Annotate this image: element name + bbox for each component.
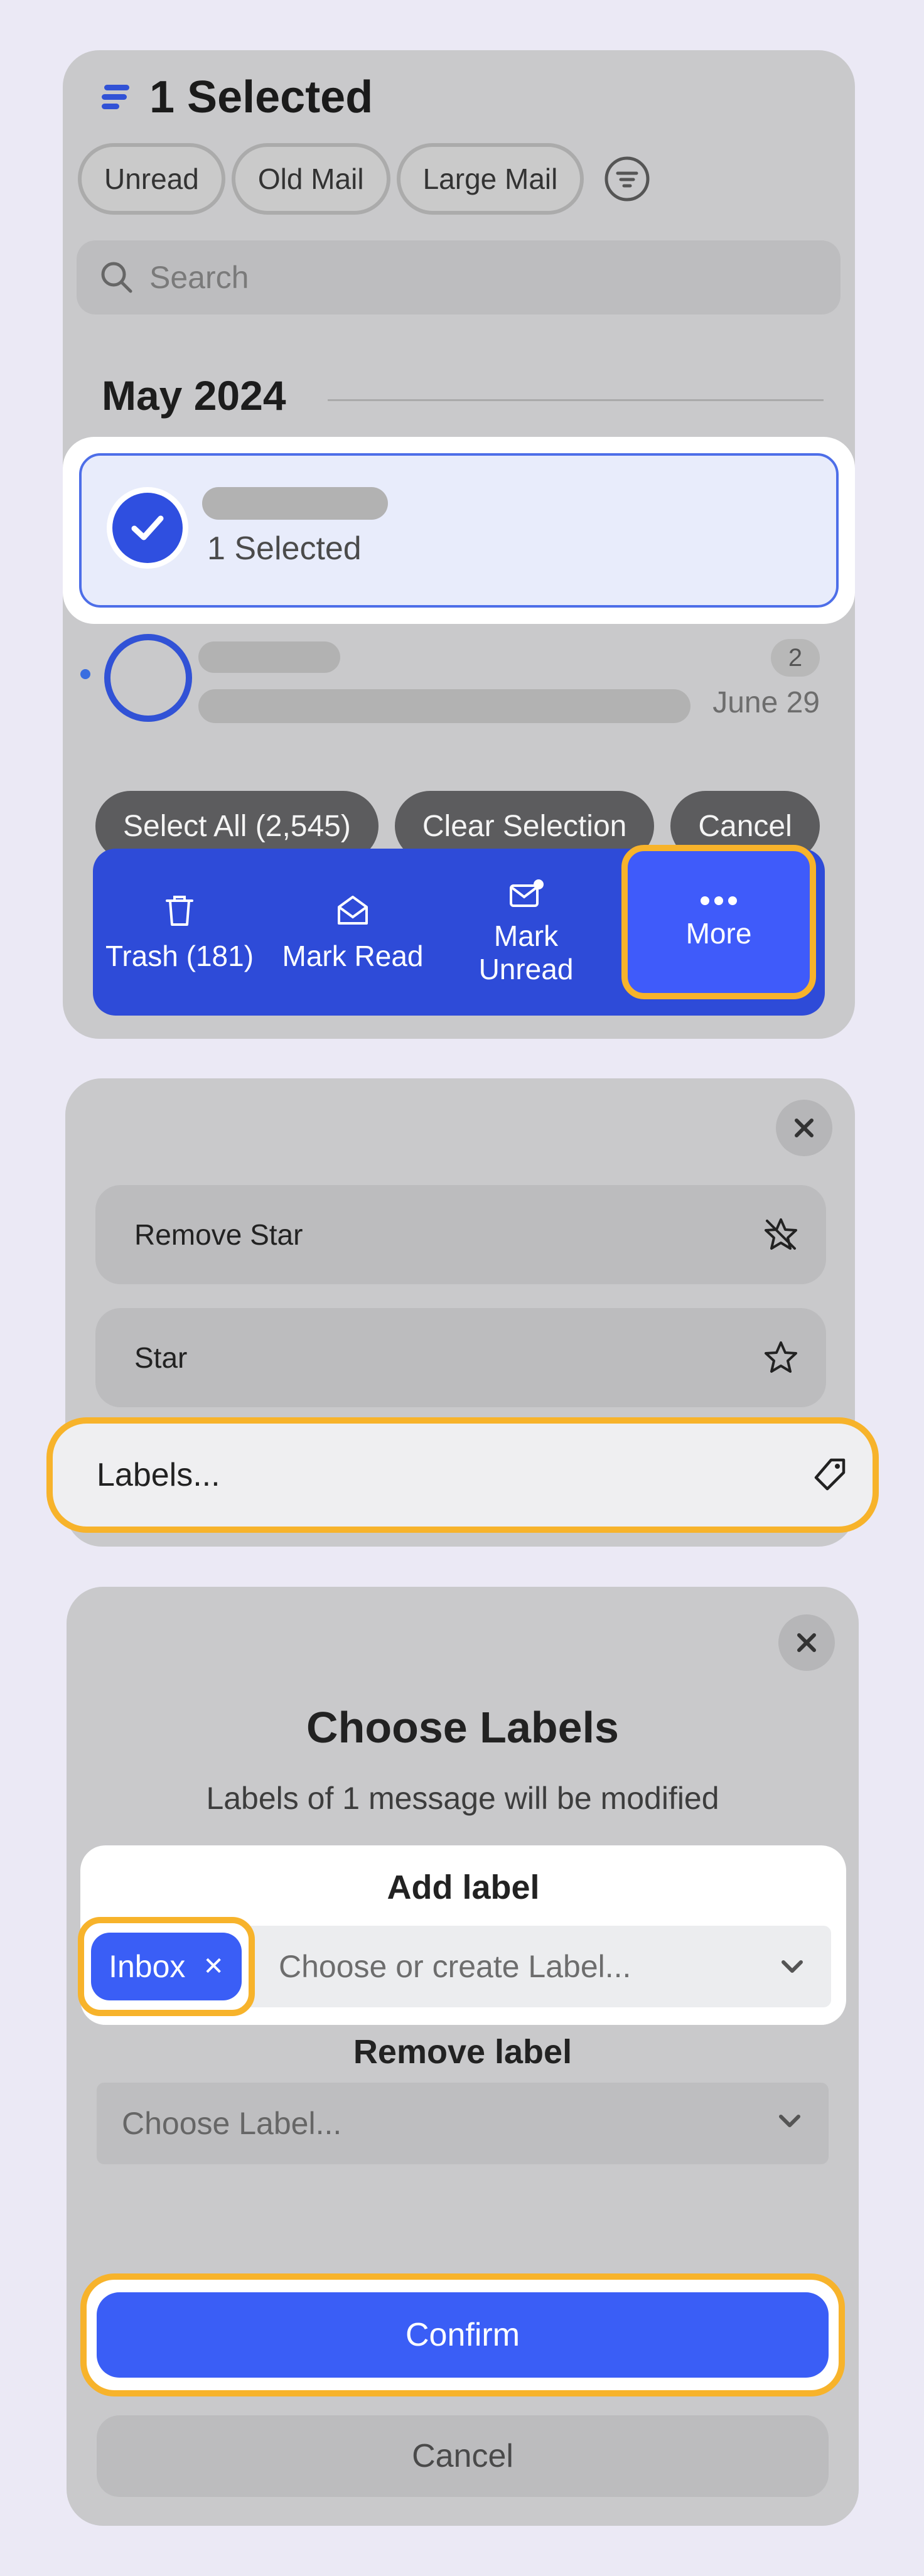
remove-tag-icon[interactable]: ✕ [203, 1952, 224, 1981]
confirm-highlight: Confirm [80, 2273, 845, 2396]
filter-chips: Unread Old Mail Large Mail [78, 143, 650, 215]
filter-icon[interactable] [604, 156, 650, 202]
filter-chip-unread[interactable]: Unread [78, 143, 225, 215]
close-icon [795, 1119, 814, 1137]
thread-count-badge: 2 [771, 639, 820, 677]
chevron-down-icon[interactable] [776, 2109, 803, 2134]
selected-label-highlight: Inbox ✕ [78, 1917, 255, 2016]
month-divider [328, 399, 824, 401]
dialog-title: Choose Labels [306, 1703, 619, 1752]
mail-list-panel: 1 Selected Unread Old Mail Large Mail Se… [63, 50, 855, 1039]
search-input[interactable]: Search [77, 240, 841, 314]
remove-label-select[interactable]: Choose Label... [97, 2083, 829, 2164]
mark-unread-label-line1: Mark [493, 920, 559, 953]
add-label-select[interactable]: Inbox ✕ Choose or create Label... [78, 1917, 831, 2016]
remove-label-title: Remove label [353, 2033, 572, 2071]
menu-icon[interactable] [100, 81, 133, 114]
selected-mail-row-card: 1 Selected [63, 437, 855, 624]
close-dialog-button[interactable] [778, 1614, 835, 1671]
more-actions-menu: Remove Star Star Labels... [46, 1078, 879, 1547]
selection-checkbox-empty[interactable] [104, 634, 192, 722]
add-label-title: Add label [387, 1869, 540, 1906]
selected-row-text: 1 Selected [207, 530, 362, 567]
more-label: More [685, 916, 752, 950]
close-menu-button[interactable] [776, 1100, 832, 1156]
mail-row[interactable]: 2 June 29 [63, 628, 855, 747]
close-icon [797, 1633, 816, 1652]
page-title: 1 Selected [149, 72, 373, 122]
cancel-button[interactable]: Cancel [97, 2415, 829, 2497]
mail-date: June 29 [712, 686, 820, 719]
remove-star-item[interactable]: Remove Star [95, 1185, 826, 1284]
selected-mail-row[interactable]: 1 Selected [79, 453, 839, 608]
star-icon [765, 1341, 797, 1373]
search-placeholder: Search [149, 260, 249, 295]
list-header: 1 Selected [100, 69, 373, 126]
filter-chip-old-mail[interactable]: Old Mail [231, 143, 390, 215]
inbox-label-tag[interactable]: Inbox ✕ [91, 1933, 242, 2000]
subject-placeholder [198, 689, 690, 723]
selection-checkbox[interactable] [107, 487, 188, 569]
choose-labels-dialog: Choose Labels Labels of 1 message will b… [67, 1587, 859, 2526]
chevron-down-icon[interactable] [778, 1955, 806, 1980]
star-label: Star [134, 1341, 188, 1374]
remove-label-placeholder: Choose Label... [122, 2106, 342, 2141]
star-slash-icon [765, 1218, 797, 1250]
remove-star-label: Remove Star [134, 1218, 303, 1251]
checkmark-icon [112, 493, 183, 563]
star-item[interactable]: Star [95, 1308, 826, 1407]
month-header: May 2024 [102, 372, 286, 419]
envelope-open-icon [338, 895, 368, 925]
unread-indicator [80, 669, 90, 679]
confirm-button[interactable]: Confirm [97, 2292, 829, 2378]
sender-placeholder [202, 487, 388, 520]
more-dots-icon [701, 896, 737, 905]
labels-item[interactable]: Labels... [46, 1417, 879, 1533]
dialog-subtitle: Labels of 1 message will be modified [206, 1781, 719, 1816]
bulk-action-toolbar: Trash (181) Mark Read Mark Unread More [93, 845, 825, 1016]
labels-label: Labels... [97, 1457, 220, 1493]
search-icon [101, 262, 132, 293]
trash-label: Trash (181) [105, 939, 254, 972]
mark-unread-label-line2: Unread [478, 953, 574, 985]
inbox-tag-text: Inbox [109, 1949, 186, 1984]
more-button[interactable]: More [621, 845, 816, 999]
mark-read-button[interactable]: Mark Read [266, 849, 439, 1016]
tag-icon [814, 1458, 846, 1491]
add-label-placeholder: Choose or create Label... [279, 1949, 631, 1984]
trash-button[interactable]: Trash (181) [93, 849, 266, 1016]
filter-chip-large-mail[interactable]: Large Mail [396, 143, 584, 215]
mark-unread-button[interactable]: Mark Unread [439, 849, 613, 1016]
mark-read-label: Mark Read [282, 939, 424, 972]
add-label-section: Add label Inbox ✕ Choose or create Label… [78, 1845, 846, 2025]
trash-icon [166, 895, 193, 926]
sender-placeholder [198, 641, 340, 673]
envelope-dot-icon [510, 879, 544, 908]
